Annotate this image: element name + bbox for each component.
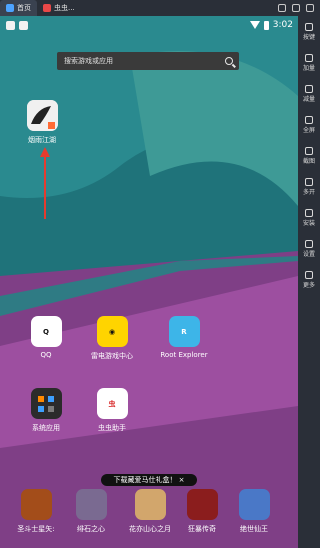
sidebar-label: 安装 <box>302 219 315 227</box>
more-icon <box>305 270 313 279</box>
game-icon <box>134 489 166 520</box>
sidebar-item-screenshot[interactable]: 截图 <box>298 140 320 171</box>
dock-item[interactable]: 绯石之心 <box>67 489 115 534</box>
sidebar-label: 设置 <box>302 250 315 258</box>
dock: 圣斗士星矢: 绯石之心 花亦山心之月 狂暴传奇 绝世仙王 <box>0 481 298 548</box>
sidebar-item-volume-up[interactable]: 加量 <box>298 47 320 78</box>
app-label: 虫虫助手 <box>98 424 126 432</box>
dock-label: 花亦山心之月 <box>129 525 171 533</box>
notification-icon <box>6 20 15 30</box>
app-chongchong[interactable]: 虫 虫虫助手 <box>84 388 140 433</box>
right-toolbar: 按键 加量 减量 全屏 截图 多开 安装 设置 更多 <box>298 16 320 548</box>
dock-item[interactable]: 绝世仙王 <box>230 489 278 534</box>
game-icon <box>75 489 107 520</box>
dock-label: 绯石之心 <box>77 525 105 533</box>
tab-app-label: 虫虫... <box>54 4 75 12</box>
sidebar-item-multi[interactable]: 多开 <box>298 171 320 202</box>
game-icon-art <box>26 100 58 131</box>
status-bar: 3:02 <box>0 16 298 34</box>
app-label: 雷电游戏中心 <box>91 352 133 360</box>
wifi-icon <box>249 21 260 29</box>
game-icon <box>238 489 270 520</box>
sidebar-label: 减量 <box>302 95 315 103</box>
app-leidian[interactable]: ◉ 雷电游戏中心 <box>84 316 140 361</box>
scissors-icon <box>305 146 313 155</box>
wallpaper <box>0 16 298 548</box>
status-time: 3:02 <box>272 20 293 30</box>
tab-home[interactable]: 首页 <box>0 0 37 16</box>
sidebar-item-more[interactable]: 更多 <box>298 264 320 295</box>
gamepad-icon: ◉ <box>96 316 128 347</box>
qq-icon: Q <box>30 316 62 347</box>
tab-app[interactable]: 虫虫... <box>37 0 81 16</box>
dock-label: 狂暴传奇 <box>188 525 216 533</box>
dock-item[interactable]: 狂暴传奇 <box>178 489 226 534</box>
sidebar-label: 加量 <box>302 64 315 72</box>
app-yanyu[interactable]: 烟雨江湖 <box>14 100 70 145</box>
sidebar-label: 截图 <box>302 157 315 165</box>
sidebar-item-keys[interactable]: 按键 <box>298 16 320 47</box>
dock-label: 圣斗士星矢: <box>17 525 55 533</box>
maximize-icon[interactable] <box>292 4 300 12</box>
game-icon <box>20 489 52 520</box>
chongchong-icon: 虫 <box>96 388 128 419</box>
app-label: 烟雨江湖 <box>28 136 56 144</box>
system-apps-icon <box>30 388 62 419</box>
sidebar-label: 按键 <box>302 33 315 41</box>
search-placeholder: 搜索游戏或应用 <box>64 57 113 65</box>
home-tab-icon <box>6 4 14 12</box>
game-icon <box>186 489 218 520</box>
title-bar: 首页 虫虫... <box>0 0 320 16</box>
sidebar-item-settings[interactable]: 设置 <box>298 233 320 264</box>
sidebar-label: 多开 <box>302 188 315 196</box>
fullscreen-icon <box>305 115 313 124</box>
multi-window-icon <box>305 177 313 186</box>
window-controls <box>278 4 320 12</box>
android-screen: 3:02 搜索游戏或应用 烟雨江湖 Q QQ ◉ 雷电游戏中心 R Root E… <box>0 16 298 548</box>
dock-item[interactable]: 花亦山心之月 <box>122 489 178 534</box>
sidebar-label: 全屏 <box>302 126 315 134</box>
sidebar-label: 更多 <box>302 281 315 289</box>
gear-icon <box>305 239 313 248</box>
close-icon[interactable] <box>306 4 314 12</box>
battery-icon <box>263 20 269 30</box>
minimize-icon[interactable] <box>278 4 286 12</box>
up-arrow-icon <box>40 147 50 219</box>
dock-item[interactable]: 圣斗士星矢: <box>12 489 60 534</box>
sidebar-item-volume-down[interactable]: 减量 <box>298 78 320 109</box>
sidebar-item-fullscreen[interactable]: 全屏 <box>298 109 320 140</box>
app-label: QQ <box>40 351 52 359</box>
app-root-explorer[interactable]: R Root Explorer <box>156 316 212 359</box>
dock-label: 绝世仙王 <box>240 525 268 533</box>
app-label: 系统应用 <box>32 424 60 432</box>
game-icon <box>26 100 58 131</box>
app-qq[interactable]: Q QQ <box>18 316 74 359</box>
app-tab-icon <box>43 4 51 12</box>
sidebar-item-install[interactable]: 安装 <box>298 202 320 233</box>
search-input[interactable]: 搜索游戏或应用 <box>57 52 239 70</box>
grid-icon <box>38 395 54 412</box>
app-label: Root Explorer <box>160 351 208 359</box>
root-explorer-icon: R <box>168 316 200 347</box>
volume-up-icon <box>305 53 313 62</box>
volume-down-icon <box>305 84 313 93</box>
tab-home-label: 首页 <box>17 4 31 12</box>
search-icon[interactable] <box>225 57 233 65</box>
install-icon <box>305 208 313 217</box>
app-system[interactable]: 系统应用 <box>18 388 74 433</box>
keyboard-icon <box>305 22 313 31</box>
app-icon <box>19 20 28 30</box>
